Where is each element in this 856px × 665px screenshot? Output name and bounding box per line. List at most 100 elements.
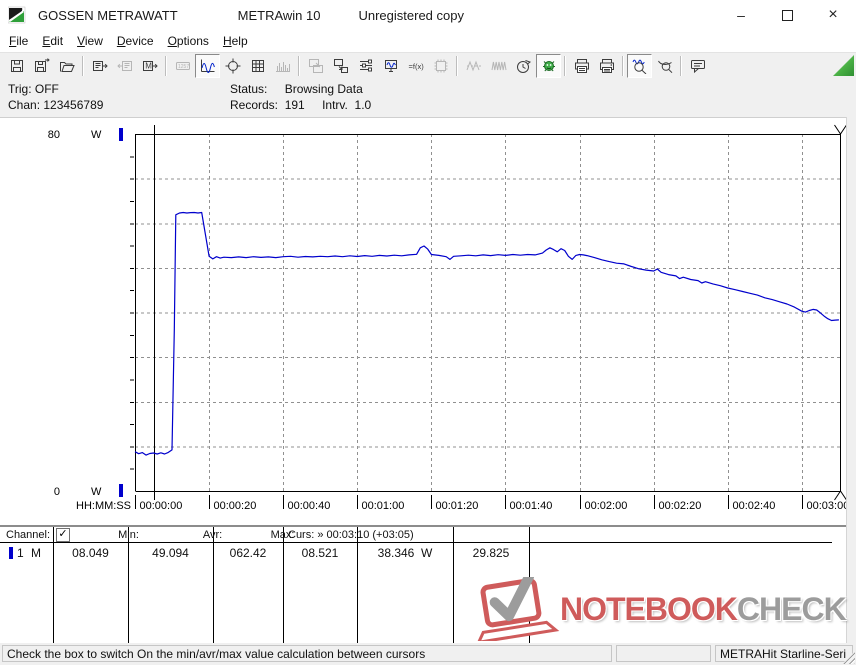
print-icon bbox=[599, 59, 614, 73]
minimize-button[interactable]: – bbox=[718, 0, 764, 30]
annotation-button[interactable] bbox=[685, 54, 710, 78]
status-panel-2 bbox=[616, 645, 711, 662]
status-line: Status: Browsing Data bbox=[230, 82, 363, 96]
data-table-icon bbox=[251, 60, 264, 72]
title-app: METRAwin 10 bbox=[237, 7, 321, 23]
close-icon: × bbox=[828, 6, 838, 23]
maximize-icon bbox=[781, 9, 793, 21]
read-memory-button[interactable]: M bbox=[137, 54, 162, 78]
x-tick-label: 00:02:00 bbox=[585, 500, 628, 512]
formula-button[interactable]: =f(x) bbox=[403, 54, 428, 78]
channel-color-marker bbox=[9, 547, 13, 559]
read-device-button[interactable] bbox=[87, 54, 112, 78]
column-divider bbox=[213, 527, 214, 643]
wave-envelope-icon bbox=[466, 60, 481, 72]
max-value: 062.42 bbox=[229, 546, 267, 560]
read-device-icon bbox=[92, 61, 108, 71]
checkmark-icon: ✓ bbox=[58, 528, 68, 540]
zoom-time-button[interactable] bbox=[627, 54, 652, 78]
cursor2-unit: W bbox=[421, 546, 433, 560]
channel-axis-marker-bottom bbox=[119, 484, 123, 497]
crosshair-cursors-button[interactable] bbox=[220, 54, 245, 78]
save-selection-icon bbox=[34, 58, 50, 72]
maximize-button[interactable] bbox=[764, 0, 810, 30]
multimeter-display-icon: 1257 bbox=[175, 62, 190, 70]
device-config-button[interactable] bbox=[428, 54, 453, 78]
open-file-button[interactable] bbox=[54, 54, 79, 78]
info-strip: Trig: OFF Chan: 123456789 Status: Browsi… bbox=[0, 79, 856, 117]
histogram-icon bbox=[275, 62, 290, 72]
print-button[interactable] bbox=[594, 54, 619, 78]
channel-number: 1 bbox=[17, 546, 24, 560]
y-unit-top-label: W bbox=[91, 129, 102, 141]
crosshair-cursors-icon bbox=[225, 58, 240, 74]
column-divider bbox=[529, 527, 530, 643]
save-selection-button[interactable] bbox=[29, 54, 54, 78]
menu-item-help[interactable]: Help bbox=[216, 32, 255, 50]
x-tick-label: 00:00:20 bbox=[214, 500, 257, 512]
title-license: Unregistered copy bbox=[358, 7, 464, 23]
annotation-icon bbox=[690, 60, 705, 74]
menu-item-device[interactable]: Device bbox=[110, 32, 161, 50]
histogram-button[interactable] bbox=[270, 54, 295, 78]
column-divider bbox=[357, 527, 358, 643]
print-preview-button[interactable] bbox=[569, 54, 594, 78]
toolbar-separator bbox=[165, 56, 167, 76]
channel-list: Chan: 123456789 bbox=[8, 98, 104, 112]
x-tick-label: 00:00:00 bbox=[140, 500, 183, 512]
records-label: Records: bbox=[230, 98, 279, 112]
zoom-free-button[interactable] bbox=[652, 54, 677, 78]
zoom-time-icon bbox=[632, 59, 646, 74]
export-data-button[interactable] bbox=[328, 54, 353, 78]
curve-chart-icon bbox=[200, 59, 215, 73]
status-value: Browsing Data bbox=[284, 82, 363, 96]
wave-dense-button[interactable] bbox=[486, 54, 511, 78]
toolbar-separator bbox=[456, 56, 458, 76]
x-axis-format-label: HH:MM:SS bbox=[76, 500, 131, 512]
read-memory-icon: M bbox=[142, 61, 158, 71]
y-max-label: 80 bbox=[48, 129, 60, 141]
y-unit-bottom-label: W bbox=[91, 486, 102, 498]
channel-setup-button[interactable] bbox=[353, 54, 378, 78]
menu-bar: File Edit View Device Options Help bbox=[0, 30, 856, 52]
cursor1-value: 08.521 bbox=[301, 546, 339, 560]
save-button[interactable] bbox=[4, 54, 29, 78]
close-button[interactable]: × bbox=[810, 0, 856, 30]
menu-item-options[interactable]: Options bbox=[161, 32, 216, 50]
minmax-checkbox[interactable]: ✓ bbox=[56, 528, 70, 542]
avr-value: 49.094 bbox=[152, 546, 189, 560]
send-device-button[interactable] bbox=[112, 54, 137, 78]
series-line bbox=[134, 211, 839, 456]
interval-value: 1.0 bbox=[354, 98, 372, 112]
records-line: Records: 191 Intrv. 1.0 bbox=[230, 98, 371, 112]
x-tick-label: 00:01:20 bbox=[436, 500, 479, 512]
export-data-icon bbox=[333, 59, 348, 73]
chart-plot[interactable]: 00:00:00 00:00:20 00:00:40 00:01:00 00:01:20… bbox=[0, 118, 846, 526]
toolbar-separator bbox=[298, 56, 300, 76]
column-divider bbox=[53, 527, 54, 643]
cursor-header: Curs: » 00:03:10 (+03:05) bbox=[288, 529, 414, 541]
menu-item-edit[interactable]: Edit bbox=[35, 32, 70, 50]
chart-panel: 00:00:00 00:00:20 00:00:40 00:01:00 00:01:20… bbox=[0, 117, 846, 525]
y-min-label: 0 bbox=[54, 486, 60, 498]
window-transfer-button[interactable] bbox=[303, 54, 328, 78]
zoom-free-icon bbox=[657, 60, 672, 74]
live-measure-button[interactable] bbox=[536, 54, 561, 78]
channel-axis-marker-top bbox=[119, 128, 123, 141]
open-file-icon bbox=[59, 62, 75, 72]
monitor-view-icon bbox=[384, 60, 397, 72]
column-divider bbox=[453, 527, 454, 643]
multimeter-display-button[interactable]: 1257 bbox=[170, 54, 195, 78]
interval-timer-button[interactable] bbox=[511, 54, 536, 78]
right-scroll-strip[interactable] bbox=[846, 117, 856, 643]
device-name: METRAHit Starline-Seri bbox=[715, 645, 853, 662]
menu-item-file[interactable]: File bbox=[2, 32, 35, 50]
send-device-icon bbox=[116, 61, 132, 71]
window-controls: – × bbox=[718, 0, 856, 30]
monitor-view-button[interactable] bbox=[378, 54, 403, 78]
menu-item-view[interactable]: View bbox=[70, 32, 110, 50]
wave-envelope-button[interactable] bbox=[461, 54, 486, 78]
curve-chart-button[interactable] bbox=[195, 54, 220, 78]
live-measure-icon bbox=[542, 61, 555, 72]
data-table-button[interactable] bbox=[245, 54, 270, 78]
